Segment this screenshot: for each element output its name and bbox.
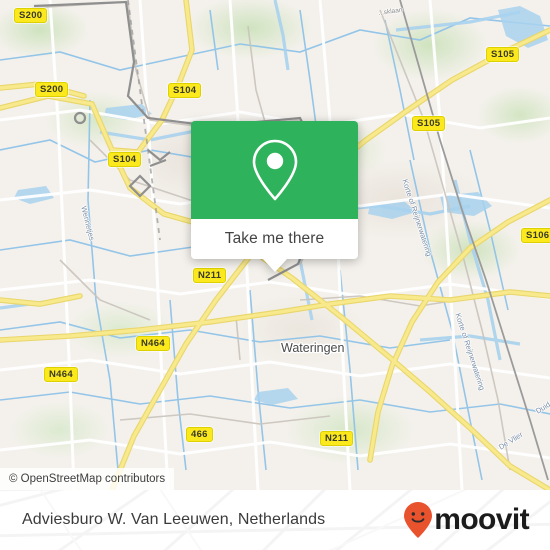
map-place-label: Wateringen <box>281 341 345 355</box>
road-shield: N211 <box>320 431 354 446</box>
location-callout-card[interactable]: Take me there <box>191 121 358 272</box>
map-pin-icon <box>252 139 297 201</box>
map-canvas[interactable]: Wateringen Korte of Reijnerwatering Kort… <box>0 0 550 490</box>
road-shield: S105 <box>486 47 520 62</box>
page-footer: Adviesburo W. Van Leeuwen, Netherlands m… <box>0 490 550 550</box>
road-shield: N464 <box>136 336 170 351</box>
take-me-there-label: Take me there <box>224 230 325 247</box>
road-shield: N211 <box>193 268 227 283</box>
callout-pointer <box>262 259 287 272</box>
road-shield: S200 <box>35 82 69 97</box>
take-me-there-button[interactable]: Take me there <box>191 219 358 272</box>
road-shield: S104 <box>108 152 142 167</box>
moovit-pin-icon <box>404 502 433 538</box>
callout-header <box>191 121 358 219</box>
road-shield: 466 <box>186 427 213 442</box>
moovit-logo[interactable]: moovit <box>403 501 550 539</box>
moovit-location-card: Wateringen Korte of Reijnerwatering Kort… <box>0 0 550 550</box>
map-attribution[interactable]: © OpenStreetMap contributors <box>0 468 175 490</box>
road-shield: S106 <box>521 228 550 243</box>
road-shield: S200 <box>14 8 48 23</box>
page-title: Adviesburo W. Van Leeuwen, Netherlands <box>22 511 326 528</box>
road-shield: N464 <box>44 367 78 382</box>
road-shield: S104 <box>168 83 202 98</box>
moovit-wordmark: moovit <box>434 503 529 536</box>
road-shield: S105 <box>412 116 446 131</box>
